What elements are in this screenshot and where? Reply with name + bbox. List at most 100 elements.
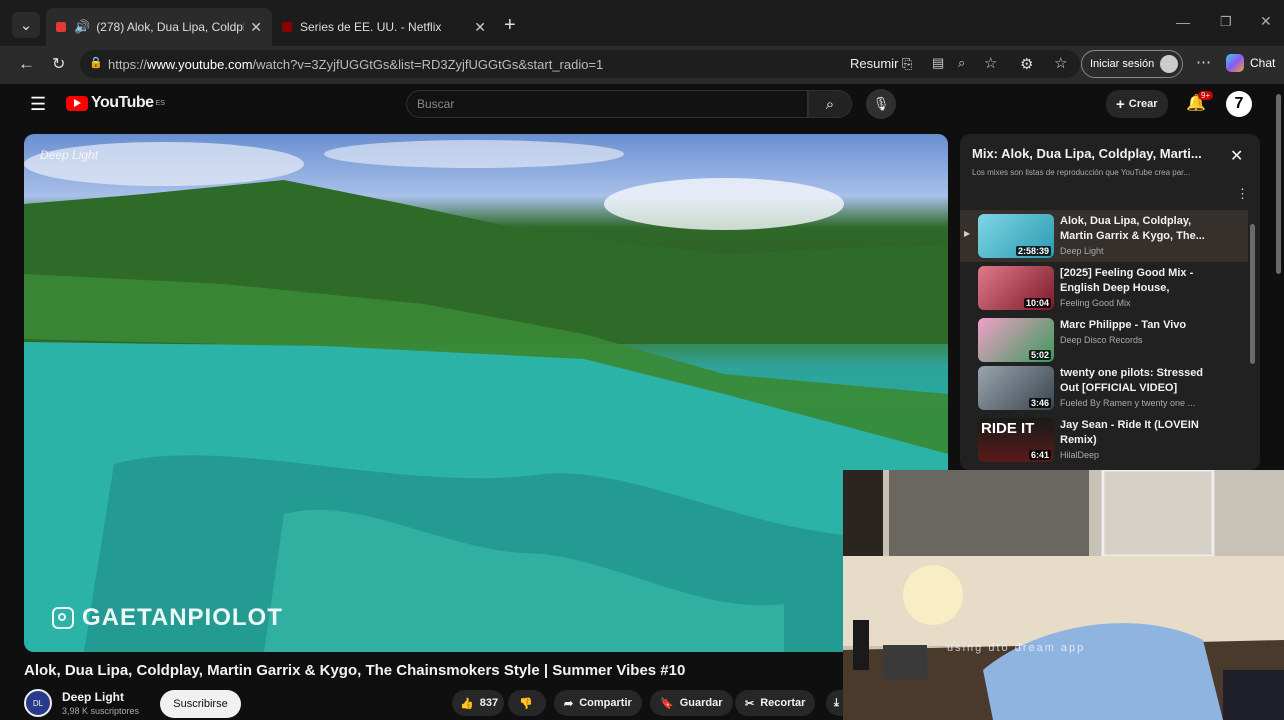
playlist-panel: Mix: Alok, Dua Lipa, Coldplay, Marti... … (960, 134, 1260, 470)
close-playlist-icon[interactable]: ✕ (1230, 146, 1243, 166)
plus-icon: + (1116, 95, 1125, 113)
share-icon: ➦ (564, 697, 574, 710)
playlist-scrollbar[interactable] (1250, 224, 1255, 364)
create-label: Crear (1128, 98, 1158, 110)
url-prefix: https:// (108, 56, 148, 72)
channel-name[interactable]: Deep Light (62, 690, 124, 704)
reader-icon[interactable]: ▤ (932, 55, 944, 71)
channel-avatar[interactable]: DL (24, 689, 52, 717)
zoom-icon[interactable]: ⌕ (958, 55, 965, 71)
scissors-icon: ✂ (745, 697, 755, 710)
tab-title: (278) Alok, Dua Lipa, Coldplay (96, 20, 245, 34)
browser-tab-strip: ⌄ 🔊 (278) Alok, Dua Lipa, Coldplay ✕ Ser… (0, 0, 1284, 46)
microphone-icon: 🎙 (872, 96, 890, 111)
new-tab-button[interactable]: + (504, 14, 516, 37)
save-button[interactable]: 🔖 Guardar (650, 690, 733, 716)
playlist-title: Mix: Alok, Dua Lipa, Coldplay, Marti... (972, 146, 1202, 161)
bookmark-icon: 🔖 (660, 697, 674, 710)
video-thumbnail: 5:02 (978, 318, 1054, 362)
duration-badge: 3:46 (1028, 398, 1051, 408)
favorites-icon[interactable]: ☆ (1054, 54, 1067, 72)
logo-text: YouTube (91, 94, 154, 111)
list-item[interactable]: 10:04 [2025] Feeling Good Mix - English … (978, 266, 1258, 316)
share-button[interactable]: ➦ Compartir (554, 690, 642, 716)
subscribe-button[interactable]: Suscribirse (160, 690, 241, 718)
profile-avatar-icon (1160, 55, 1179, 73)
duration-badge: 2:58:39 (1015, 246, 1051, 256)
refresh-icon[interactable]: ↻ (52, 54, 65, 74)
save-label: Guardar (679, 697, 723, 709)
instagram-overlay: GAETANPIOLOT (52, 604, 283, 632)
instagram-handle: GAETANPIOLOT (82, 604, 283, 631)
back-arrow-icon[interactable]: ← (18, 54, 35, 74)
copilot-chat-button[interactable]: Chat (1226, 54, 1275, 72)
item-channel: Feeling Good Mix (1060, 298, 1131, 308)
tab-netflix[interactable]: Series de EE. UU. - Netflix ✕ (272, 8, 496, 46)
duration-badge: 10:04 (1023, 298, 1051, 308)
subscribe-label: Suscribirse (173, 698, 228, 710)
region-code: ES (155, 99, 165, 107)
tab-list-dropdown-button[interactable]: ⌄ (12, 12, 40, 38)
item-title: Marc Philippe - Tan Vivo (1060, 319, 1187, 331)
item-title: [2025] Feeling Good Mix - English Deep H… (1060, 267, 1194, 294)
video-thumbnail: 3:46 (978, 366, 1054, 410)
search-button[interactable]: ⌕ (808, 90, 852, 118)
video-title: Alok, Dua Lipa, Coldplay, Martin Garrix … (24, 662, 686, 679)
close-tab-icon[interactable]: ✕ (474, 19, 486, 36)
netflix-favicon-icon (282, 22, 292, 32)
search-input[interactable]: Buscar (406, 90, 808, 118)
thumbs-down-icon: 👎 (519, 697, 533, 710)
channel-watermark: Deep Light (40, 148, 99, 162)
copilot-icon (1226, 54, 1244, 72)
speaker-icon[interactable]: 🔊 (74, 19, 90, 35)
playlist-more-icon[interactable]: ⋮ (1236, 186, 1249, 202)
url-path: /watch?v=3ZyjfUGGtGs&list=RD3ZyjfUGGtGs&… (252, 56, 604, 72)
thumbs-up-icon: 👍 (460, 697, 474, 710)
list-item[interactable]: RIDE IT 6:41 Jay Sean - Ride It (LOVEIN … (978, 418, 1258, 468)
more-menu-icon[interactable]: ⋯ (1196, 53, 1211, 71)
tab-youtube[interactable]: 🔊 (278) Alok, Dua Lipa, Coldplay ✕ (46, 8, 272, 46)
resumir-label: Resumir (850, 56, 899, 71)
item-title: twenty one pilots: Stressed Out [OFFICIA… (1060, 367, 1204, 394)
video-player[interactable]: Deep Light GAETANPIOLOT (24, 134, 948, 652)
notifications-button[interactable]: 🔔 9+ (1186, 91, 1214, 113)
restore-button[interactable]: ❐ (1220, 14, 1232, 30)
video-thumbnail: RIDE IT 6:41 (978, 418, 1054, 462)
notification-count-badge: 9+ (1198, 91, 1214, 100)
extensions-icon[interactable]: ⚙ (1020, 55, 1033, 73)
webcam-scene (843, 470, 1284, 720)
clip-label: Recortar (760, 697, 806, 709)
account-avatar[interactable]: 7 (1226, 91, 1252, 117)
create-button[interactable]: + Crear (1106, 90, 1168, 118)
voice-search-button[interactable]: 🎙 (866, 89, 896, 119)
youtube-play-icon (66, 95, 88, 111)
address-bar[interactable]: 🔒 https://www.youtube.com/watch?v=3ZyjfU… (80, 50, 1080, 78)
like-button[interactable]: 👍 837 (452, 690, 504, 716)
instagram-icon (52, 607, 74, 629)
resumir-button[interactable]: Resumir ⎘ (850, 56, 912, 72)
playlist-subtitle: Los mixes son listas de reproducción que… (972, 168, 1191, 177)
chevron-down-icon: ⌄ (19, 17, 33, 34)
page-scrollbar[interactable] (1276, 94, 1281, 274)
video-frame-landscape (24, 140, 948, 652)
minimize-button[interactable]: — (1176, 14, 1190, 30)
close-tab-icon[interactable]: ✕ (250, 19, 262, 36)
favorite-star-icon[interactable]: ☆ (984, 54, 997, 72)
item-channel: HilalDeep (1060, 450, 1100, 460)
clip-button[interactable]: ✂ Recortar (735, 690, 816, 716)
search-placeholder: Buscar (417, 97, 455, 111)
dislike-button[interactable]: 👎 (508, 690, 546, 716)
video-thumbnail: 10:04 (978, 266, 1054, 310)
list-item[interactable]: 2:58:39 Alok, Dua Lipa, Coldplay, Martin… (978, 214, 1258, 264)
list-item[interactable]: 3:46 twenty one pilots: Stressed Out [OF… (978, 366, 1258, 416)
signin-button[interactable]: Iniciar sesión (1081, 50, 1183, 78)
list-item[interactable]: 5:02 Marc Philippe - Tan Vivo Deep Disco … (978, 318, 1258, 368)
hamburger-menu-icon[interactable]: ☰ (30, 94, 46, 115)
thumbnail-text: RIDE IT (981, 420, 1035, 437)
share-label: Compartir (579, 697, 632, 709)
browser-toolbar: ← ↻ 🔒 https://www.youtube.com/watch?v=3Z… (0, 46, 1284, 84)
summary-icon: ⎘ (902, 56, 913, 71)
like-count: 837 (479, 697, 499, 709)
close-window-button[interactable]: ✕ (1260, 13, 1272, 30)
youtube-logo[interactable]: YouTube ES (66, 94, 165, 112)
